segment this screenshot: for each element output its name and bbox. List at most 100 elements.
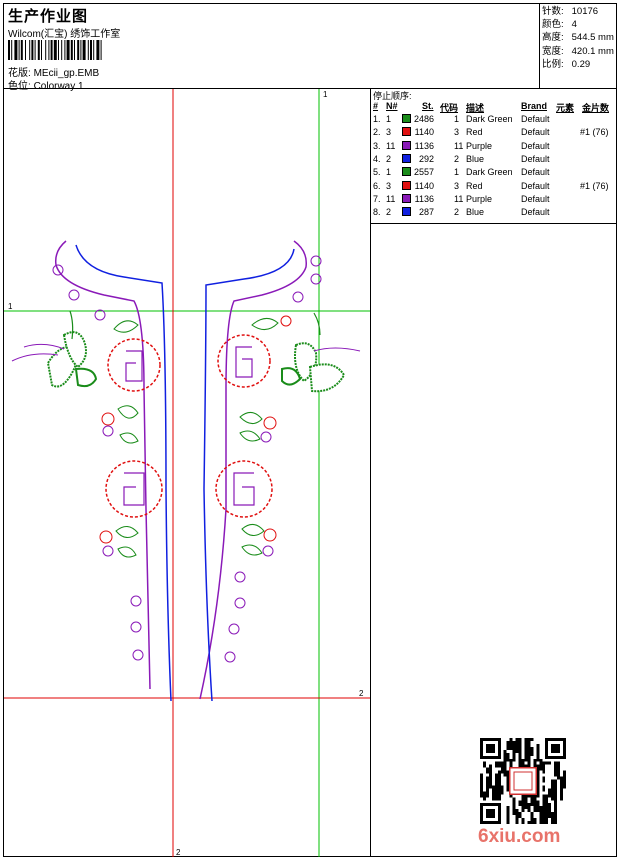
col-header-sequin: 金片数 — [582, 103, 610, 113]
color-swatch — [402, 207, 411, 217]
qr-code — [480, 738, 566, 824]
thread-code: 1 — [454, 114, 460, 124]
panel-divider — [370, 88, 371, 857]
needle-number: 3 — [386, 180, 392, 191]
thread-description: Purple — [466, 193, 493, 204]
thread-description: Red — [466, 180, 483, 191]
stitch-count: 287 — [418, 207, 434, 218]
medallion-right-lower — [215, 460, 273, 518]
thread-code: 11 — [454, 193, 464, 204]
col-header-n: N# — [386, 101, 398, 111]
stitch-count: 2557 — [414, 167, 435, 178]
barcode — [8, 40, 102, 60]
thread-code: 3 — [454, 127, 460, 138]
stop-row: 2. 3 3 Red Default #1 (76) 1140 — [372, 127, 617, 140]
stat-stitches: 针数: 10176 — [542, 6, 599, 17]
needle-number: 11 — [386, 140, 396, 151]
stop-number: 3. — [373, 140, 381, 151]
thread-code: 2 — [454, 207, 460, 218]
col-header-stitches: St. — [422, 101, 434, 111]
watermark-logo: 6xiu.com — [478, 826, 561, 847]
studio-subtitle: Wilcom(汇宝) 绣饰工作室 — [8, 29, 121, 40]
color-swatch — [402, 193, 411, 203]
sequin-count: #1 (76) — [580, 127, 609, 138]
needle-number: 2 — [386, 207, 392, 218]
inner-neckline-left — [75, 244, 172, 702]
thread-code: 3 — [454, 180, 460, 191]
stop-number: 8. — [373, 207, 381, 218]
stop-row: 1. 1 1 Dark Green Default 2486 — [372, 114, 617, 127]
guide-label-left: 1 — [8, 302, 13, 311]
embroidery-left — [11, 240, 172, 702]
col-header-code: 代码 — [440, 103, 459, 113]
col-header-num: # — [373, 101, 379, 111]
design-canvas: 1 1 2 2 — [4, 89, 370, 857]
stitch-count: 292 — [418, 153, 434, 164]
needle-number: 3 — [386, 127, 392, 138]
stitch-count: 2486 — [414, 114, 435, 124]
stop-row: 8. 2 2 Blue Default 287 — [372, 207, 617, 220]
thread-brand: Default — [521, 153, 550, 164]
color-swatch — [402, 114, 411, 123]
needle-number: 11 — [386, 193, 396, 204]
needle-number: 1 — [386, 167, 392, 178]
thread-brand: Default — [521, 127, 550, 138]
thread-code: 2 — [454, 153, 460, 164]
neckline-outline-right — [199, 240, 307, 700]
thread-brand: Default — [521, 207, 550, 218]
table-divider — [370, 223, 617, 224]
embroidery-right — [199, 240, 361, 702]
guide-label-top: 1 — [323, 90, 328, 99]
inner-neckline-right — [203, 248, 295, 702]
stitch-count: 1140 — [414, 127, 434, 138]
col-header-element: 元素 — [556, 103, 575, 113]
thread-code: 1 — [454, 167, 460, 178]
stop-number: 7. — [373, 193, 381, 204]
stitch-count: 1136 — [414, 193, 434, 204]
col-header-desc: 描述 — [466, 103, 485, 113]
stop-row: 6. 3 3 Red Default #1 (76) 1140 — [372, 180, 617, 194]
thread-description: Dark Green — [466, 167, 513, 178]
floral-sprig-left — [94, 309, 139, 558]
color-swatch — [402, 180, 411, 190]
stat-height: 高度: 544.5 mm — [542, 32, 614, 44]
guide-label-bottom: 2 — [176, 848, 181, 857]
stop-number: 2. — [373, 127, 381, 138]
thread-description: Purple — [466, 140, 493, 151]
thread-description: Blue — [466, 153, 485, 164]
col-header-brand: Brand — [521, 101, 548, 111]
thread-brand: Default — [521, 167, 550, 178]
stop-row: 7. 11 11 Purple Default 1136 — [372, 193, 617, 207]
design-stats: 针数: 10176 颜色: 4 高度: 544.5 mm 宽度: 420.1 m… — [542, 5, 614, 71]
page-title: 生产作业图 — [8, 8, 89, 25]
stat-width: 宽度: 420.1 mm — [542, 45, 614, 57]
sequin-count: #1 (76) — [580, 180, 609, 191]
thread-description: Blue — [466, 207, 485, 218]
thread-description: Dark Green — [466, 114, 513, 124]
stop-row: 5. 1 1 Dark Green Default 2557 — [372, 167, 617, 180]
color-swatch — [402, 167, 411, 177]
stat-colors: 颜色: 4 — [542, 19, 577, 31]
floral-sprig-right — [239, 315, 292, 557]
header: 生产作业图 Wilcom(汇宝) 绣饰工作室 花版: MEcii_gp.EMB … — [4, 4, 539, 92]
needle-number: 2 — [386, 153, 392, 164]
header-divider-vertical — [539, 3, 540, 88]
stop-number: 4. — [373, 153, 381, 164]
stop-number: 1. — [373, 114, 381, 124]
color-swatch — [402, 153, 411, 163]
butterfly-right — [281, 312, 361, 393]
medallion-left-upper — [107, 338, 161, 392]
stop-number: 5. — [373, 167, 381, 178]
thread-brand: Default — [521, 193, 550, 204]
thread-brand: Default — [521, 140, 550, 151]
stitch-count: 1136 — [414, 140, 434, 151]
thread-code: 11 — [454, 140, 464, 151]
stitch-count: 1140 — [414, 180, 434, 191]
stop-row: 4. 2 2 Blue Default 292 — [372, 153, 617, 167]
guide-label-right: 2 — [359, 689, 364, 698]
color-swatch — [402, 140, 411, 150]
color-swatch — [402, 127, 411, 137]
thread-brand: Default — [521, 180, 550, 191]
thread-description: Red — [466, 127, 483, 138]
stop-row: 3. 11 11 Purple Default 1136 — [372, 140, 617, 154]
